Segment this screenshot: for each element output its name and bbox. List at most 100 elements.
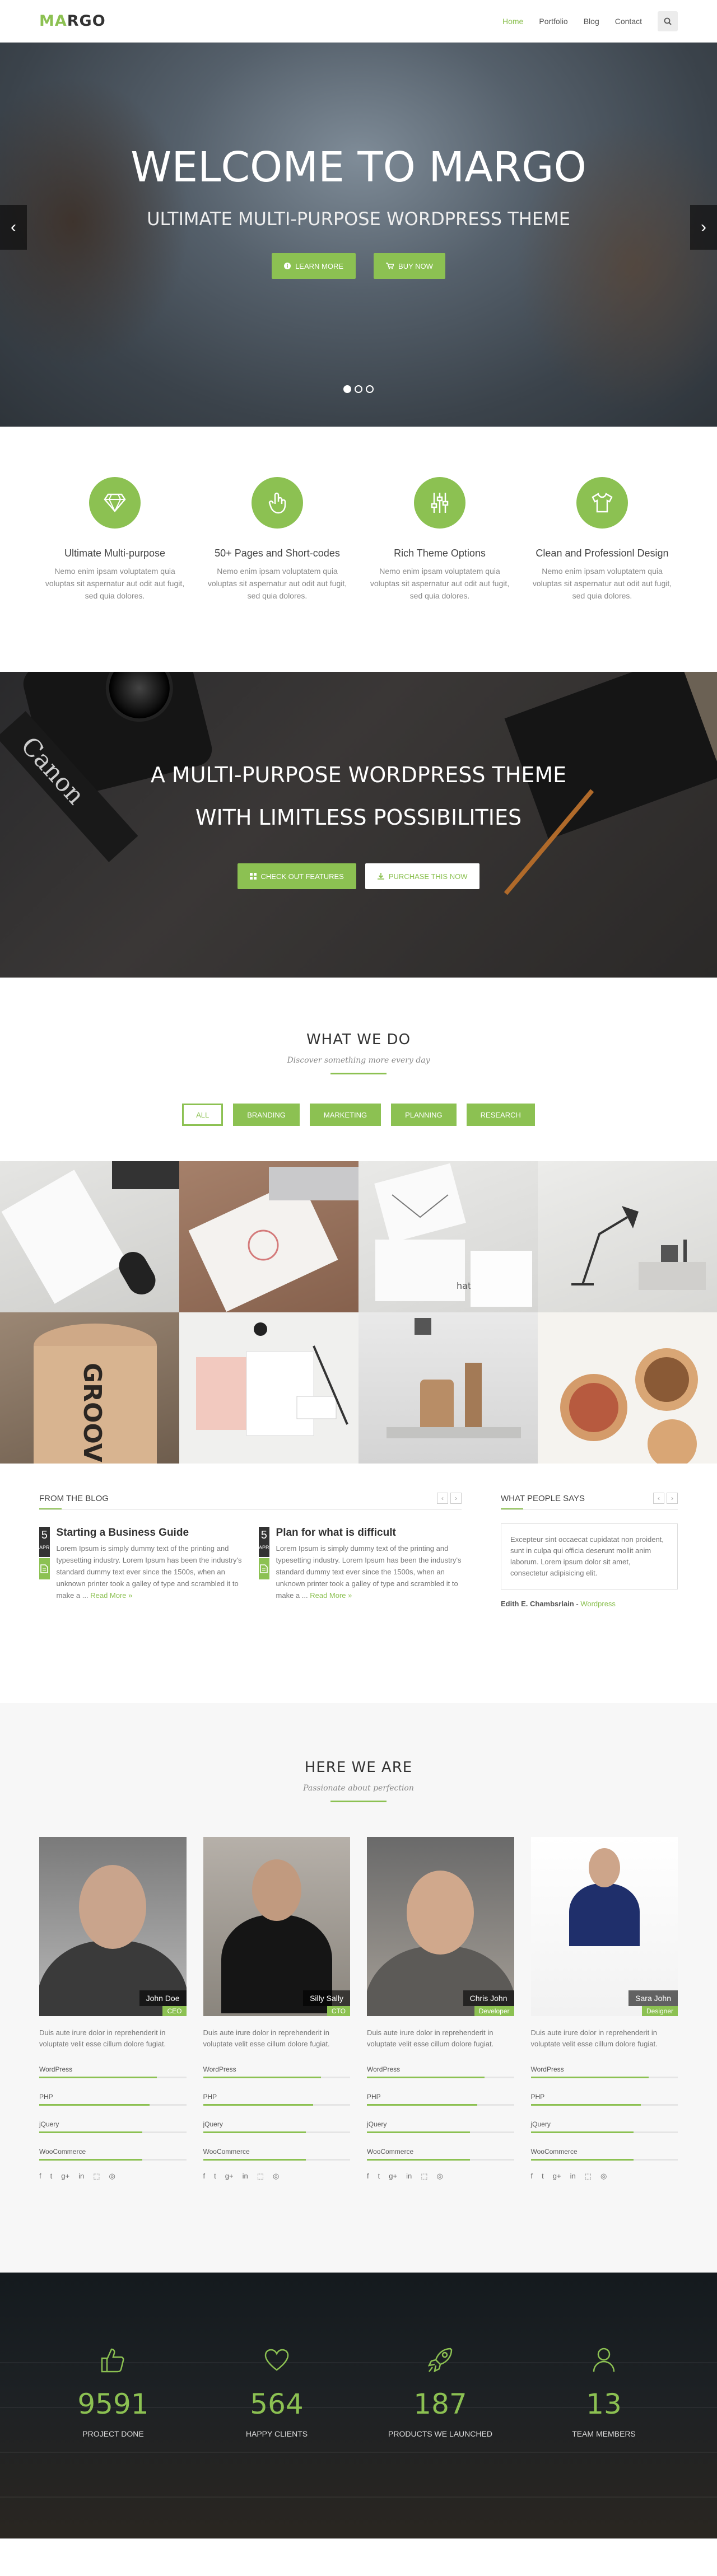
grid-icon (249, 873, 257, 880)
member-name: John Doe (139, 1990, 187, 2006)
filter-marketing[interactable]: MARKETING (309, 1104, 381, 1126)
feature-text: Nemo enim ipsam voluptatem quia voluptas… (207, 567, 347, 600)
twitter-icon[interactable]: t (378, 2172, 380, 2181)
buy-now-label: BUY NOW (398, 261, 433, 270)
blog-section: FROM THE BLOG ‹ › 5 APR Starting a Busines… (0, 1464, 717, 1703)
testimonial-quote: Excepteur sint occaecat cupidatat non pr… (501, 1523, 678, 1589)
menu-item-home[interactable]: Home (495, 17, 531, 26)
filter-all[interactable]: ALL (182, 1104, 224, 1126)
twitter-icon[interactable]: t (50, 2172, 53, 2181)
portfolio-item[interactable]: hatch (358, 1161, 538, 1312)
stat-value: 187 (413, 2388, 467, 2420)
buy-now-button[interactable]: BUY NOW (374, 253, 445, 279)
thumbs-up-icon (101, 2348, 124, 2373)
chevron-left-icon[interactable]: ‹ (653, 1493, 664, 1504)
wooden-stools-image (387, 1318, 521, 1438)
slider-prev-button[interactable]: ‹ (0, 205, 27, 250)
skill-bar (39, 2077, 187, 2078)
facebook-icon[interactable]: f (203, 2172, 206, 2181)
instagram-icon[interactable]: ◎ (273, 2172, 279, 2181)
chevron-left-icon[interactable]: ‹ (437, 1493, 448, 1504)
member-social-links: f t g+ in ⬚ ◎ (367, 2172, 514, 2181)
check-out-features-button[interactable]: CHECK OUT FEATURES (237, 863, 356, 889)
read-more-link[interactable]: Read More » (310, 1591, 352, 1600)
team-members: John Doe CEO Duis aute irure dolor in repr… (0, 1837, 717, 2181)
chevron-right-icon[interactable]: › (450, 1493, 462, 1504)
team-member-card: John Doe CEO Duis aute irure dolor in repr… (39, 1837, 187, 2181)
linkedin-icon[interactable]: in (406, 2172, 412, 2181)
blog-post: 5 APR Plan for what is difficult Lorem Ip… (259, 1527, 462, 1601)
search-button[interactable] (658, 11, 678, 31)
flickr-icon[interactable]: ⬚ (421, 2172, 427, 2181)
member-role: Developer (474, 2006, 514, 2016)
linkedin-icon[interactable]: in (243, 2172, 248, 2181)
skill-label: WordPress (203, 2065, 236, 2073)
post-day: 5 (260, 1529, 267, 1541)
google-plus-icon[interactable]: g+ (225, 2172, 234, 2181)
portfolio-item[interactable] (179, 1161, 358, 1312)
menu-item-contact[interactable]: Contact (607, 17, 650, 26)
menu-item-blog[interactable]: Blog (576, 17, 607, 26)
portfolio-item[interactable] (538, 1312, 717, 1464)
skill-bar (530, 2077, 678, 2078)
portfolio-item[interactable] (538, 1161, 717, 1312)
post-title[interactable]: Plan for what is difficult (276, 1527, 462, 1539)
site-logo[interactable]: MARGO (39, 12, 106, 30)
facebook-icon[interactable]: f (531, 2172, 533, 2181)
instagram-icon[interactable]: ◎ (109, 2172, 115, 2181)
notebook-mouse-image (1, 1161, 179, 1304)
twitter-icon[interactable]: t (214, 2172, 216, 2181)
facebook-icon[interactable]: f (39, 2172, 41, 2181)
feature-item: Rich Theme Options Nemo enim ipsam volup… (358, 477, 521, 672)
read-more-link[interactable]: Read More » (90, 1591, 132, 1600)
chevron-right-icon[interactable]: › (667, 1493, 678, 1504)
hero-subtitle: ULTIMATE MULTI-PURPOSE WORDPRESS THEME (147, 208, 570, 230)
stationery-image (196, 1322, 348, 1436)
linkedin-icon[interactable]: in (570, 2172, 576, 2181)
author-company[interactable]: Wordpress (580, 1600, 616, 1608)
slider-dot-1[interactable] (343, 385, 351, 393)
facebook-icon[interactable]: f (367, 2172, 369, 2181)
learn-more-button[interactable]: LEARN MORE (272, 253, 356, 279)
portfolio-item[interactable] (179, 1312, 358, 1464)
skill-bar-fill (203, 2159, 306, 2161)
stat-value: 13 (586, 2388, 622, 2420)
post-title[interactable]: Starting a Business Guide (57, 1527, 242, 1539)
skill-label: WordPress (367, 2065, 401, 2073)
hero-slider: WELCOME TO MARGO ULTIMATE MULTI-PURPOSE … (0, 43, 717, 427)
skill-bar (203, 2104, 350, 2106)
skill-label: jQuery (39, 2120, 59, 2128)
twitter-icon[interactable]: t (542, 2172, 544, 2181)
portfolio-item[interactable]: GROOVE (0, 1312, 179, 1464)
skill-label: PHP (203, 2093, 217, 2101)
mug-text: GROOVE (78, 1363, 106, 1464)
flickr-icon[interactable]: ⬚ (585, 2172, 592, 2181)
filter-research[interactable]: RESEARCH (466, 1104, 535, 1126)
instagram-icon[interactable]: ◎ (437, 2172, 443, 2181)
testimonials-heading: WHAT PEOPLE SAYS (501, 1493, 585, 1509)
feature-title: Rich Theme Options (394, 548, 486, 559)
linkedin-icon[interactable]: in (78, 2172, 84, 2181)
stat-label: TEAM MEMBERS (572, 2429, 636, 2438)
slider-next-button[interactable]: › (690, 205, 717, 250)
flickr-icon[interactable]: ⬚ (93, 2172, 100, 2181)
feature-icon-circle (89, 477, 141, 529)
filter-planning[interactable]: PLANNING (391, 1104, 457, 1126)
slider-dot-2[interactable] (355, 385, 362, 393)
portfolio-item[interactable] (358, 1312, 538, 1464)
portfolio-item[interactable] (0, 1161, 179, 1312)
google-plus-icon[interactable]: g+ (553, 2172, 561, 2181)
skill-label: WooCommerce (367, 2148, 414, 2156)
purchase-button[interactable]: PURCHASE THIS NOW (365, 863, 480, 889)
banner-line-1: A MULTI-PURPOSE WORDPRESS THEME (150, 763, 567, 787)
instagram-icon[interactable]: ◎ (600, 2172, 607, 2181)
hand-icon (268, 492, 286, 514)
filter-branding[interactable]: BRANDING (233, 1104, 300, 1126)
google-plus-icon[interactable]: g+ (389, 2172, 397, 2181)
skill-label: jQuery (367, 2120, 387, 2128)
menu-item-portfolio[interactable]: Portfolio (531, 17, 575, 26)
slider-dot-3[interactable] (366, 385, 374, 393)
feature-icon-circle (414, 477, 465, 529)
flickr-icon[interactable]: ⬚ (257, 2172, 264, 2181)
google-plus-icon[interactable]: g+ (61, 2172, 69, 2181)
